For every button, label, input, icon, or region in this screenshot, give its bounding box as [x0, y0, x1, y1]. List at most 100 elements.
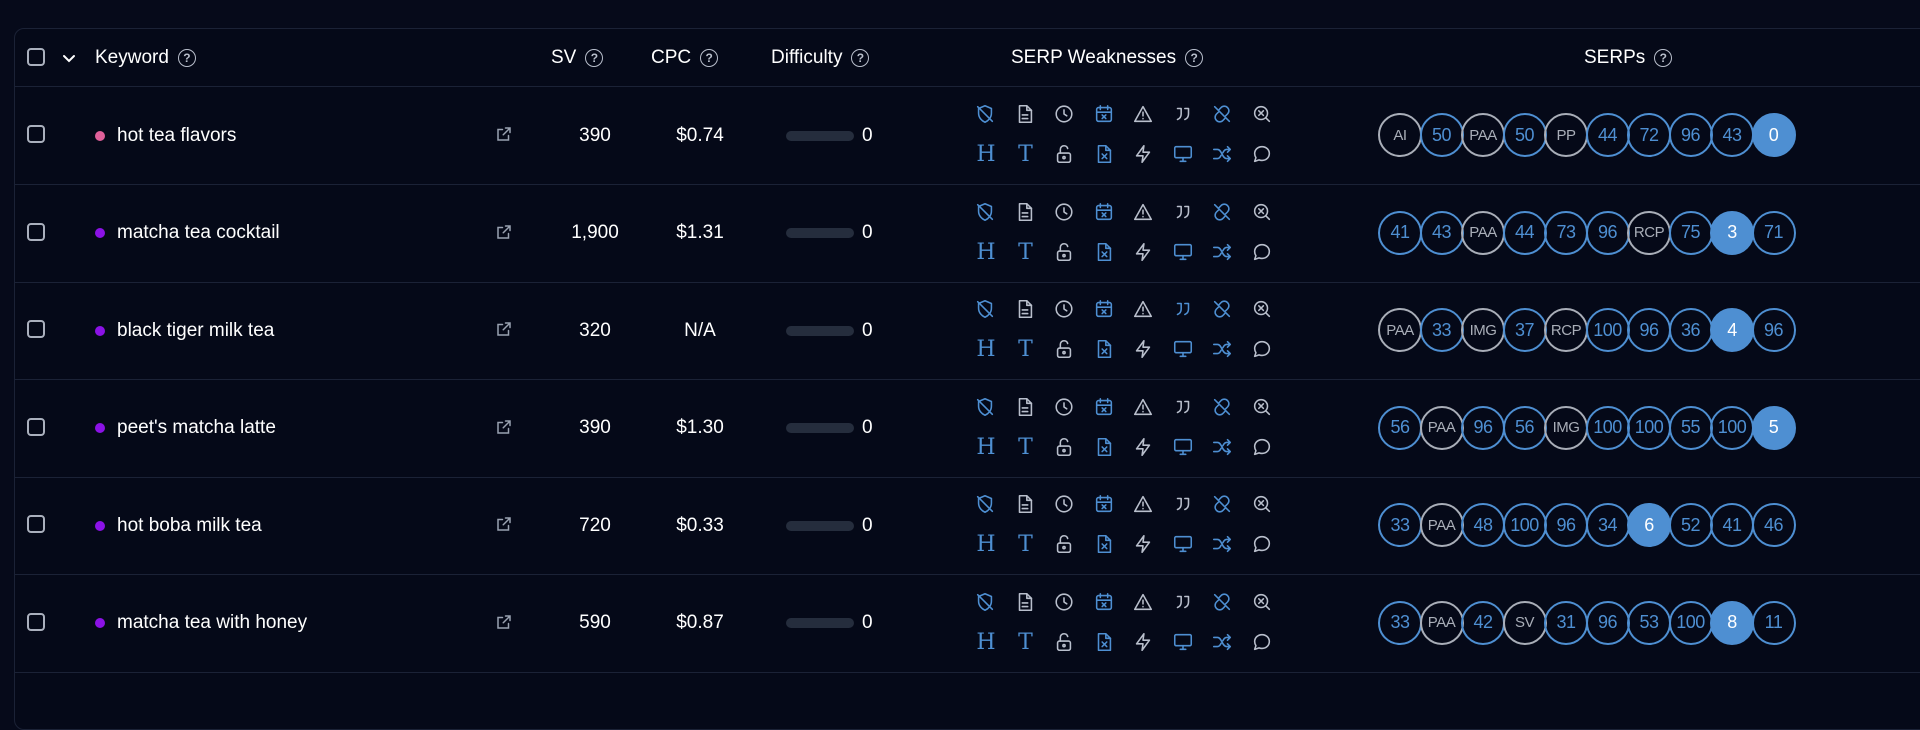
external-link-icon[interactable]	[495, 418, 513, 436]
monitor-icon[interactable]	[1172, 143, 1196, 167]
serp-position-pill[interactable]: 43	[1419, 210, 1464, 255]
serp-position-pill[interactable]: 36	[1668, 308, 1713, 352]
row-checkbox[interactable]	[27, 125, 45, 143]
serp-position-pill[interactable]: PAA	[1419, 405, 1464, 450]
search-x-icon[interactable]	[1251, 591, 1275, 615]
serp-position-pill[interactable]: RCP	[1544, 308, 1588, 352]
shield-off-icon[interactable]	[974, 493, 998, 517]
serp-position-pill[interactable]: SV	[1502, 600, 1547, 645]
zap-icon[interactable]	[1132, 436, 1156, 460]
text-t-icon[interactable]: T	[1014, 630, 1038, 655]
monitor-icon[interactable]	[1172, 338, 1196, 362]
unlock-icon[interactable]	[1053, 631, 1077, 655]
file-icon[interactable]	[1014, 493, 1038, 517]
serp-position-pill[interactable]: PAA	[1419, 600, 1464, 645]
file-x-icon[interactable]	[1093, 631, 1117, 655]
row-checkbox[interactable]	[27, 612, 45, 631]
header-serps[interactable]: SERPs ?	[1584, 29, 1673, 86]
calendar-x-icon[interactable]	[1093, 298, 1117, 322]
quote-icon[interactable]	[1172, 591, 1196, 615]
zap-icon[interactable]	[1132, 631, 1156, 655]
serp-position-pill[interactable]: 100	[1627, 405, 1671, 450]
heading-h-icon[interactable]: H	[974, 533, 998, 557]
serp-position-pill[interactable]: 75	[1668, 210, 1713, 255]
shuffle-icon[interactable]	[1211, 631, 1235, 655]
header-sv[interactable]: SV ?	[551, 29, 604, 86]
serp-position-pill[interactable]: 55	[1668, 405, 1713, 450]
serp-position-pill[interactable]: AI	[1378, 113, 1422, 157]
help-icon[interactable]: ?	[585, 48, 604, 67]
link-broken-icon[interactable]	[1211, 201, 1235, 225]
file-x-icon[interactable]	[1093, 241, 1117, 265]
calendar-x-icon[interactable]	[1093, 493, 1117, 517]
chat-bubble-icon[interactable]	[1251, 143, 1275, 167]
text-t-icon[interactable]: T	[1014, 143, 1038, 167]
chat-bubble-icon[interactable]	[1251, 631, 1275, 655]
serp-position-pill[interactable]: 41	[1378, 210, 1422, 255]
link-broken-icon[interactable]	[1211, 298, 1235, 322]
calendar-x-icon[interactable]	[1093, 103, 1117, 127]
alert-triangle-icon[interactable]	[1132, 103, 1156, 127]
link-broken-icon[interactable]	[1211, 103, 1235, 127]
help-icon[interactable]: ?	[851, 48, 870, 67]
serp-position-pill[interactable]: 56	[1378, 405, 1422, 450]
text-t-icon[interactable]: T	[1014, 435, 1038, 460]
search-x-icon[interactable]	[1251, 298, 1275, 322]
unlock-icon[interactable]	[1053, 338, 1077, 362]
monitor-icon[interactable]	[1172, 436, 1196, 460]
keyword-text[interactable]: hot boba milk tea	[117, 515, 262, 537]
file-x-icon[interactable]	[1093, 338, 1117, 362]
serp-position-pill[interactable]: 100	[1668, 600, 1713, 645]
calendar-x-icon[interactable]	[1093, 396, 1117, 420]
monitor-icon[interactable]	[1172, 533, 1196, 557]
serp-position-pill[interactable]: 100	[1585, 405, 1630, 450]
serp-position-pill[interactable]: 42	[1461, 600, 1505, 645]
row-checkbox[interactable]	[27, 515, 45, 533]
serp-position-pill[interactable]: 31	[1544, 600, 1588, 645]
serp-position-pill[interactable]: 53	[1627, 600, 1671, 645]
serp-position-pill[interactable]: 50	[1502, 113, 1547, 157]
serp-position-pill[interactable]: PP	[1544, 113, 1588, 157]
file-x-icon[interactable]	[1093, 533, 1117, 557]
serp-position-pill[interactable]: 8	[1710, 600, 1754, 645]
external-link-icon[interactable]	[495, 613, 513, 631]
text-t-icon[interactable]: T	[1014, 338, 1038, 362]
shield-off-icon[interactable]	[974, 201, 998, 225]
serp-position-pill[interactable]: 100	[1710, 405, 1754, 450]
alert-triangle-icon[interactable]	[1132, 591, 1156, 615]
clock-icon[interactable]	[1053, 103, 1077, 127]
help-icon[interactable]: ?	[1654, 48, 1673, 67]
unlock-icon[interactable]	[1053, 533, 1077, 557]
row-checkbox[interactable]	[27, 320, 45, 338]
shuffle-icon[interactable]	[1211, 143, 1235, 167]
chat-bubble-icon[interactable]	[1251, 436, 1275, 460]
external-link-icon[interactable]	[495, 223, 513, 241]
heading-h-icon[interactable]: H	[974, 338, 998, 362]
serp-position-pill[interactable]: PAA	[1461, 113, 1505, 157]
search-x-icon[interactable]	[1251, 493, 1275, 517]
zap-icon[interactable]	[1132, 338, 1156, 362]
zap-icon[interactable]	[1132, 143, 1156, 167]
external-link-icon[interactable]	[495, 320, 513, 338]
row-checkbox[interactable]	[27, 417, 45, 436]
serp-position-pill[interactable]: 73	[1544, 210, 1588, 255]
header-serp-weaknesses[interactable]: SERP Weaknesses ?	[1011, 29, 1204, 86]
alert-triangle-icon[interactable]	[1132, 396, 1156, 420]
unlock-icon[interactable]	[1053, 436, 1077, 460]
serp-position-pill[interactable]: 56	[1502, 405, 1547, 450]
serp-position-pill[interactable]: 4	[1710, 308, 1754, 352]
shuffle-icon[interactable]	[1211, 533, 1235, 557]
heading-h-icon[interactable]: H	[974, 240, 998, 265]
serp-position-pill[interactable]: 11	[1751, 600, 1796, 645]
help-icon[interactable]: ?	[177, 48, 196, 67]
serp-position-pill[interactable]: 96	[1627, 308, 1671, 352]
chat-bubble-icon[interactable]	[1251, 533, 1275, 557]
table-row[interactable]: peet's matcha latte 390 $1.30 0 H T 56 PAA 96…	[15, 380, 1920, 478]
alert-triangle-icon[interactable]	[1132, 201, 1156, 225]
quote-icon[interactable]	[1172, 298, 1196, 322]
monitor-icon[interactable]	[1172, 241, 1196, 265]
serp-position-pill[interactable]: 37	[1502, 308, 1547, 352]
link-broken-icon[interactable]	[1211, 396, 1235, 420]
serp-position-pill[interactable]: 41	[1710, 503, 1754, 547]
calendar-x-icon[interactable]	[1093, 201, 1117, 225]
